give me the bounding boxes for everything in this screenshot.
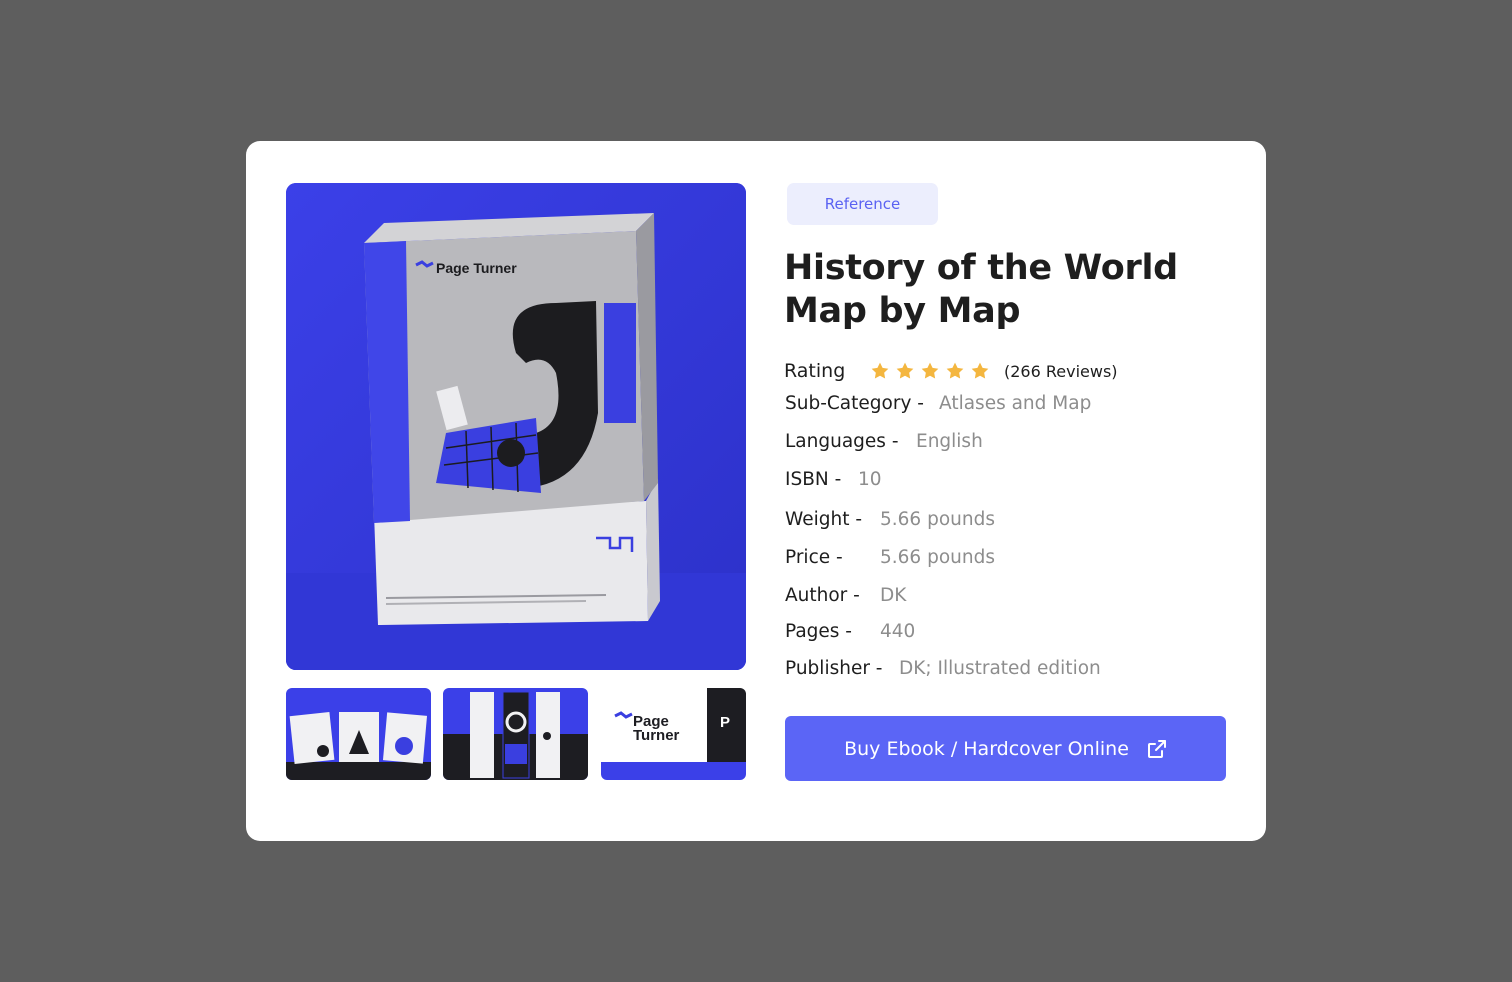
spec-value: DK: [880, 585, 907, 606]
spec-author: Author - DK: [785, 585, 906, 606]
review-count[interactable]: (266 Reviews): [1004, 362, 1118, 381]
thumbnail-cards[interactable]: [286, 688, 431, 780]
thumbnail-logo[interactable]: Page Turner P: [601, 688, 746, 780]
star-icon: [896, 362, 914, 379]
book-title: History of the World Map by Map: [784, 248, 1178, 331]
spec-pages: Pages - 440: [785, 621, 915, 642]
spec-value: 10: [858, 469, 882, 490]
star-icon: [946, 362, 964, 379]
svg-text:Turner: Turner: [633, 727, 680, 744]
star-icon: [871, 362, 889, 379]
spec-label: Publisher -: [785, 658, 883, 679]
spec-label: Price -: [785, 547, 843, 568]
spec-price: Price - 5.66 pounds: [785, 547, 995, 568]
spec-value: Atlases and Map: [939, 393, 1092, 414]
star-icon: [971, 362, 989, 379]
rating-row: Rating (266 Reviews): [784, 357, 1118, 385]
hero-brand-text: Page Turner: [436, 260, 517, 276]
spec-value: 5.66 pounds: [880, 509, 995, 530]
spec-subcategory: Sub-Category - Atlases and Map: [785, 393, 1091, 414]
spec-publisher: Publisher - DK; Illustrated edition: [785, 658, 1101, 679]
external-link-icon: [1147, 739, 1167, 759]
svg-text:P: P: [720, 714, 730, 731]
category-tag[interactable]: Reference: [787, 183, 938, 225]
spec-label: Pages -: [785, 621, 852, 642]
rating-stars: [870, 361, 990, 381]
spec-label: ISBN -: [785, 469, 842, 490]
thumbnail-bookmarks[interactable]: [443, 688, 588, 780]
spec-isbn: ISBN - 10: [785, 469, 882, 490]
spec-languages: Languages - English: [785, 431, 983, 452]
buy-online-button[interactable]: Buy Ebook / Hardcover Online: [785, 716, 1226, 781]
buy-button-label: Buy Ebook / Hardcover Online: [844, 737, 1129, 760]
spec-weight: Weight - 5.66 pounds: [785, 509, 995, 530]
main-product-image[interactable]: Page Turner: [286, 183, 746, 670]
spec-value: 5.66 pounds: [880, 547, 995, 568]
spec-label: Languages -: [785, 431, 899, 452]
spec-value: 440: [880, 621, 916, 642]
spec-value: English: [916, 431, 983, 452]
spec-label: Author -: [785, 585, 860, 606]
rating-label: Rating: [784, 360, 846, 382]
star-icon: [921, 362, 939, 379]
product-card: Page Turner Page Turner P Reference Hist…: [246, 141, 1266, 841]
spec-value: DK; Illustrated edition: [899, 658, 1101, 679]
spec-label: Sub-Category -: [785, 393, 924, 414]
spec-label: Weight -: [785, 509, 863, 530]
